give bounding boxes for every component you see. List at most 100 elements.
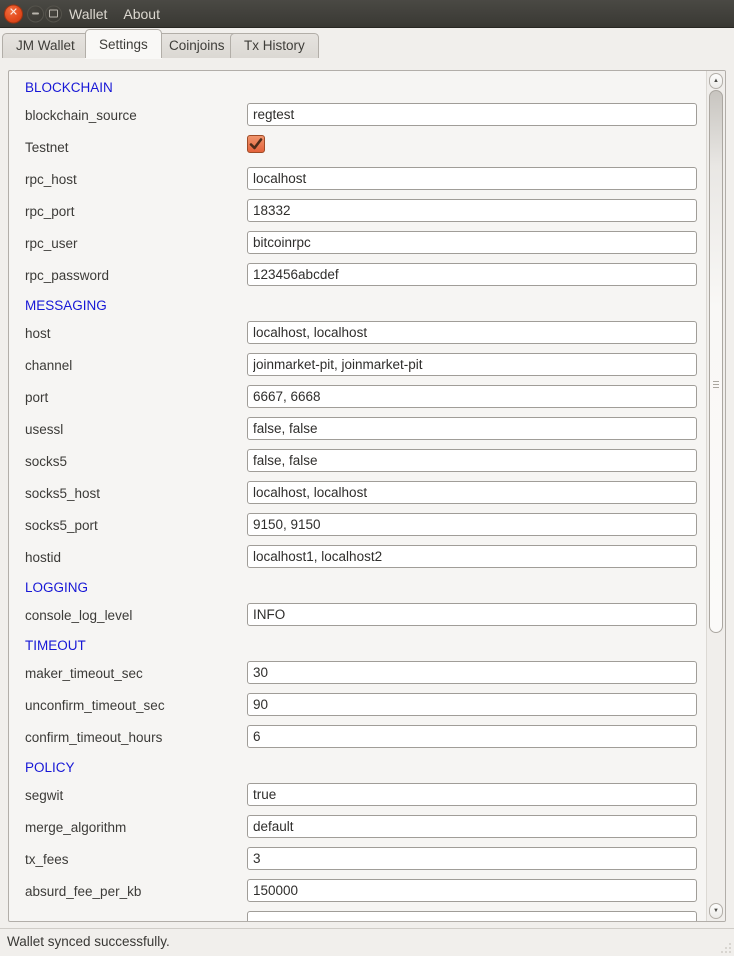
status-bar: Wallet synced successfully. [0, 928, 734, 956]
menu-wallet[interactable]: Wallet [69, 0, 107, 28]
setting-row-host: host [9, 319, 706, 351]
console-log-level-input[interactable] [247, 603, 697, 626]
setting-row-segwit: segwit [9, 781, 706, 813]
setting-label: tx_fees [25, 845, 69, 875]
scroll-up-button[interactable]: ▲ [709, 73, 723, 89]
maximize-icon [49, 10, 58, 18]
setting-row-socks5-host: socks5_host [9, 479, 706, 511]
host-input[interactable] [247, 321, 697, 344]
socks5-input[interactable] [247, 449, 697, 472]
section-header-policy: POLICY [9, 755, 706, 781]
setting-row-channel: channel [9, 351, 706, 383]
unconfirm-timeout-sec-input[interactable] [247, 693, 697, 716]
resize-grip[interactable] [719, 941, 731, 953]
port-input[interactable] [247, 385, 697, 408]
setting-row-tx-fees: tx_fees [9, 845, 706, 877]
socks5-port-input[interactable] [247, 513, 697, 536]
setting-label: hostid [25, 543, 61, 573]
tx-fees-input[interactable] [247, 847, 697, 870]
setting-label: usessl [25, 415, 63, 445]
setting-label: merge_algorithm [25, 813, 126, 843]
tab-bar: JM WalletSettingsCoinjoinsTx History [0, 28, 734, 58]
setting-label: unconfirm_timeout_sec [25, 691, 165, 721]
status-message: Wallet synced successfully. [0, 929, 734, 955]
hostid-input[interactable] [247, 545, 697, 568]
tab-jm-wallet[interactable]: JM Wallet [2, 33, 89, 58]
scrollbar-thumb[interactable] [709, 90, 723, 633]
setting-label: confirm_timeout_hours [25, 723, 162, 753]
rpc-host-input[interactable] [247, 167, 697, 190]
setting-label: blockchain_source [25, 101, 137, 131]
section-header-messaging: MESSAGING [9, 293, 706, 319]
minimize-icon [32, 13, 39, 15]
section-header-blockchain: BLOCKCHAIN [9, 75, 706, 101]
merge-algorithm-input[interactable] [247, 815, 697, 838]
setting-row [9, 909, 706, 921]
setting-label: socks5_port [25, 511, 98, 541]
setting-label: channel [25, 351, 72, 381]
confirm-timeout-hours-input[interactable] [247, 725, 697, 748]
setting-label: host [25, 319, 51, 349]
tab-settings[interactable]: Settings [85, 29, 162, 58]
close-button[interactable]: ✕ [4, 4, 23, 23]
settings-form: BLOCKCHAINblockchain_sourceTestnetrpc_ho… [9, 71, 706, 921]
tab-coinjoins[interactable]: Coinjoins [155, 33, 239, 58]
setting-row-confirm-timeout-hours: confirm_timeout_hours [9, 723, 706, 755]
blockchain-source-input[interactable] [247, 103, 697, 126]
menubar: Wallet About [69, 0, 160, 28]
setting-row-console-log-level: console_log_level [9, 601, 706, 633]
maximize-button[interactable] [45, 5, 62, 22]
setting-row-socks5: socks5 [9, 447, 706, 479]
socks5-host-input[interactable] [247, 481, 697, 504]
setting-label: socks5_host [25, 479, 100, 509]
setting-label: rpc_port [25, 197, 75, 227]
setting-row-rpc-host: rpc_host [9, 165, 706, 197]
setting-row-absurd-fee-per-kb: absurd_fee_per_kb [9, 877, 706, 909]
rpc-user-input[interactable] [247, 231, 697, 254]
channel-input[interactable] [247, 353, 697, 376]
setting-label: segwit [25, 781, 63, 811]
scrollbar-grip-icon [713, 381, 719, 390]
testnet-checkbox[interactable] [247, 135, 265, 153]
section-header-logging: LOGGING [9, 575, 706, 601]
scroll-down-icon: ▼ [713, 908, 719, 914]
setting-label: console_log_level [25, 601, 132, 631]
scroll-up-icon: ▲ [713, 78, 719, 84]
setting-row-rpc-password: rpc_password [9, 261, 706, 293]
segwit-input[interactable] [247, 783, 697, 806]
absurd-fee-per-kb-input[interactable] [247, 879, 697, 902]
setting-label: socks5 [25, 447, 67, 477]
setting-label: port [25, 383, 48, 413]
tab-tx-history[interactable]: Tx History [230, 33, 319, 58]
setting-row-rpc-user: rpc_user [9, 229, 706, 261]
setting-row-usessl: usessl [9, 415, 706, 447]
maker-timeout-sec-input[interactable] [247, 661, 697, 684]
setting-label: rpc_password [25, 261, 109, 291]
setting-row-rpc-port: rpc_port [9, 197, 706, 229]
setting-label: Testnet [25, 133, 69, 163]
rpc-password-input[interactable] [247, 263, 697, 286]
vertical-scrollbar[interactable]: ▲ ▼ [706, 71, 725, 921]
setting-row-hostid: hostid [9, 543, 706, 575]
setting-row-maker-timeout-sec: maker_timeout_sec [9, 659, 706, 691]
menu-about[interactable]: About [123, 0, 160, 28]
settings-scroll-area: BLOCKCHAINblockchain_sourceTestnetrpc_ho… [8, 70, 726, 922]
setting-label: rpc_user [25, 229, 78, 259]
setting-label: absurd_fee_per_kb [25, 877, 141, 907]
setting-row-unconfirm-timeout-sec: unconfirm_timeout_sec [9, 691, 706, 723]
close-icon: ✕ [9, 8, 18, 19]
setting-label: maker_timeout_sec [25, 659, 143, 689]
settings-pane: BLOCKCHAINblockchain_sourceTestnetrpc_ho… [0, 58, 734, 928]
setting-label: rpc_host [25, 165, 77, 195]
section-header-timeout: TIMEOUT [9, 633, 706, 659]
rpc-port-input[interactable] [247, 199, 697, 222]
minimize-button[interactable] [27, 5, 44, 22]
setting-row-merge-algorithm: merge_algorithm [9, 813, 706, 845]
usessl-input[interactable] [247, 417, 697, 440]
setting-row-socks5-port: socks5_port [9, 511, 706, 543]
check-icon [249, 138, 263, 151]
titlebar: ✕ Wallet About [0, 0, 734, 28]
setting-row-blockchain-source: blockchain_source [9, 101, 706, 133]
partially-visible-input[interactable] [247, 911, 697, 921]
scroll-down-button[interactable]: ▼ [709, 903, 723, 919]
